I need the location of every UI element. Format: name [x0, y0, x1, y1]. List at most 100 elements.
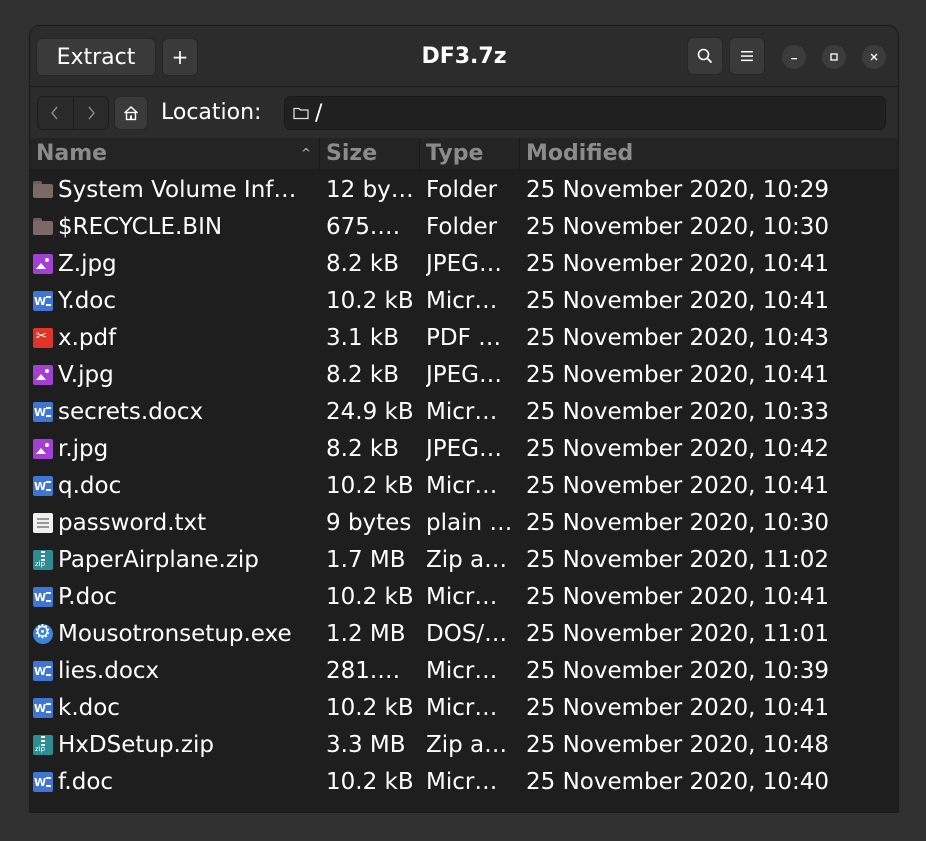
word-file-icon [33, 661, 53, 681]
column-header-modified[interactable]: Modified [520, 138, 898, 169]
minimize-icon [791, 58, 797, 60]
maximize-button[interactable] [822, 45, 846, 69]
table-row[interactable]: HxDSetup.zip 3.3 MB Zip a… 25 November 2020… [30, 730, 898, 767]
location-field[interactable]: / [284, 96, 886, 130]
column-header-name-label: Name [36, 141, 108, 166]
file-name: secrets.docx [58, 399, 204, 425]
file-modified: 25 November 2020, 10:39 [526, 658, 829, 684]
table-row[interactable]: PaperAirplane.zip 1.7 MB Zip a… 25 November… [30, 545, 898, 582]
pdf-file-icon [33, 328, 53, 348]
word-file-icon [33, 291, 53, 311]
file-modified: 25 November 2020, 10:41 [526, 584, 829, 610]
file-size: 1.2 MB [326, 621, 406, 647]
file-name: password.txt [58, 510, 207, 536]
chevron-left-icon [51, 106, 58, 120]
file-size: 281.… [326, 658, 401, 684]
archive-manager-window: Extract + DF3.7z Location: / Name ^ Size… [30, 26, 898, 812]
search-button[interactable] [687, 37, 723, 75]
file-type: Folder [426, 177, 498, 203]
file-modified: 25 November 2020, 10:33 [526, 399, 829, 425]
navigation-buttons [37, 96, 109, 130]
column-headers: Name ^ Size Type Modified [30, 138, 898, 170]
location-path: / [315, 100, 323, 126]
file-size: 12 by… [326, 177, 414, 203]
close-button[interactable] [862, 45, 886, 69]
file-type: Micr… [426, 695, 498, 721]
table-row[interactable]: r.jpg 8.2 kB JPEG… 25 November 2020, 10:42 [30, 434, 898, 471]
file-size: 675.… [326, 214, 401, 240]
table-row[interactable]: V.jpg 8.2 kB JPEG… 25 November 2020, 10:41 [30, 360, 898, 397]
file-type: Micr… [426, 288, 498, 314]
word-file-icon [33, 476, 53, 496]
word-file-icon [33, 402, 53, 422]
file-size: 10.2 kB [326, 584, 414, 610]
file-name: lies.docx [58, 658, 160, 684]
file-size: 8.2 kB [326, 436, 399, 462]
extract-button[interactable]: Extract [36, 38, 156, 76]
word-file-icon [33, 587, 53, 607]
file-modified: 25 November 2020, 10:42 [526, 436, 829, 462]
column-header-type[interactable]: Type [420, 138, 520, 169]
file-size: 24.9 kB [326, 399, 414, 425]
file-name: HxDSetup.zip [58, 732, 214, 758]
table-row[interactable]: Mousotronsetup.exe 1.2 MB DOS/… 25 November… [30, 619, 898, 656]
table-row[interactable]: k.doc 10.2 kB Micr… 25 November 2020, 10:41 [30, 693, 898, 730]
minimize-button[interactable] [782, 45, 806, 69]
file-type: Micr… [426, 399, 498, 425]
file-size: 10.2 kB [326, 473, 414, 499]
file-modified: 25 November 2020, 11:02 [526, 547, 829, 573]
sort-ascending-icon: ^ [300, 146, 311, 160]
table-row[interactable]: System Volume Inf… 12 by… Folder 25 Novembe… [30, 175, 898, 212]
file-type: Zip a… [426, 732, 508, 758]
file-list[interactable]: Name ^ Size Type Modified System Volume … [30, 138, 898, 812]
file-modified: 25 November 2020, 10:29 [526, 177, 829, 203]
file-modified: 25 November 2020, 10:41 [526, 251, 829, 277]
zip-file-icon [33, 735, 53, 755]
table-row[interactable]: q.doc 10.2 kB Micr… 25 November 2020, 10:41 [30, 471, 898, 508]
file-name: f.doc [58, 769, 114, 795]
folder-icon [293, 107, 309, 120]
file-type: JPEG… [426, 436, 503, 462]
column-header-name[interactable]: Name ^ [30, 138, 320, 169]
word-file-icon [33, 772, 53, 792]
add-files-button[interactable]: + [162, 38, 198, 76]
file-modified: 25 November 2020, 10:41 [526, 288, 829, 314]
file-name: $RECYCLE.BIN [58, 214, 223, 240]
file-type: JPEG… [426, 362, 503, 388]
file-name: PaperAirplane.zip [58, 547, 259, 573]
table-row[interactable]: x.pdf 3.1 kB PDF … 25 November 2020, 10:43 [30, 323, 898, 360]
file-name: Y.doc [58, 288, 117, 314]
table-row[interactable]: Y.doc 10.2 kB Micr… 25 November 2020, 10:41 [30, 286, 898, 323]
file-type: DOS/… [426, 621, 508, 647]
forward-button[interactable] [72, 97, 109, 129]
file-type: Micr… [426, 769, 498, 795]
file-size: 10.2 kB [326, 769, 414, 795]
table-row[interactable]: Z.jpg 8.2 kB JPEG… 25 November 2020, 10:41 [30, 249, 898, 286]
table-row[interactable]: secrets.docx 24.9 kB Micr… 25 November 2020… [30, 397, 898, 434]
maximize-icon [830, 53, 838, 61]
back-button[interactable] [38, 97, 73, 129]
home-button[interactable] [114, 96, 148, 130]
folder-file-icon [33, 180, 53, 200]
file-type: Zip a… [426, 547, 508, 573]
folder-file-icon [33, 217, 53, 237]
file-modified: 25 November 2020, 10:30 [526, 214, 829, 240]
column-header-size[interactable]: Size [320, 138, 420, 169]
file-name: r.jpg [58, 436, 109, 462]
table-row[interactable]: lies.docx 281.… Micr… 25 November 2020, 10:… [30, 656, 898, 693]
file-name: x.pdf [58, 325, 117, 351]
file-size: 9 bytes [326, 510, 412, 536]
file-type: Micr… [426, 473, 498, 499]
main-menu-button[interactable] [729, 37, 765, 75]
file-modified: 25 November 2020, 10:41 [526, 473, 829, 499]
table-row[interactable]: $RECYCLE.BIN 675.… Folder 25 November 2020,… [30, 212, 898, 249]
file-size: 10.2 kB [326, 288, 414, 314]
table-row-partial[interactable] [30, 804, 898, 812]
file-modified: 25 November 2020, 11:01 [526, 621, 829, 647]
close-icon [870, 53, 878, 61]
table-row[interactable]: P.doc 10.2 kB Micr… 25 November 2020, 10:41 [30, 582, 898, 619]
table-row[interactable]: f.doc 10.2 kB Micr… 25 November 2020, 10:40 [30, 767, 898, 804]
word-file-icon [33, 698, 53, 718]
table-row[interactable]: password.txt 9 bytes plain … 25 November 20… [30, 508, 898, 545]
exe-file-icon [33, 621, 53, 644]
